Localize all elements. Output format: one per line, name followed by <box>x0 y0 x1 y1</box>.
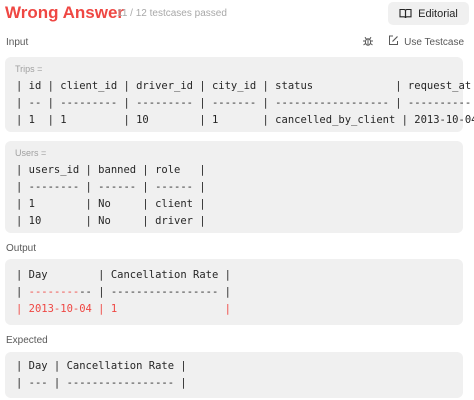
expected-table: | Day | Cancellation Rate | | --- | -----… <box>16 358 187 392</box>
editorial-button[interactable]: Editorial <box>388 2 469 25</box>
expected-table-row: | --- | ----------------- | <box>16 377 187 389</box>
users-table: | users_id | banned | role | | -------- |… <box>16 162 206 230</box>
trips-title: Trips = <box>15 64 43 74</box>
output-text: | Day | Cancellation Rate | <box>16 269 231 281</box>
diff-text: -------- <box>28 286 80 298</box>
expected-section-label: Expected <box>6 335 48 346</box>
trips-input-box[interactable]: Trips = | id | client_id | driver_id | c… <box>5 57 474 132</box>
book-icon <box>399 8 412 19</box>
users-table-row: | 10 | No | driver | <box>16 215 206 227</box>
output-table-row: | 2013-10-04 | 1 | <box>16 301 231 318</box>
result-header: Wrong Answer 11 / 12 testcases passed Ed… <box>0 0 474 26</box>
input-section-label: Input <box>6 37 29 48</box>
output-text: -- | ----------------- | <box>79 286 231 298</box>
expected-box[interactable]: | Day | Cancellation Rate | | --- | -----… <box>5 352 463 398</box>
users-table-row: | -------- | ------ | ------ | <box>16 181 206 193</box>
testcases-passed-count: 11 / 12 testcases passed <box>117 8 227 19</box>
use-testcase-label: Use Testcase <box>404 36 464 48</box>
users-table-row: | users_id | banned | role | <box>16 164 206 176</box>
trips-table: | id | client_id | driver_id | city_id |… <box>16 78 474 129</box>
output-text: | <box>16 286 29 298</box>
expected-table-row: | Day | Cancellation Rate | <box>16 360 187 372</box>
users-table-row: | 1 | No | client | <box>16 198 206 210</box>
users-title: Users = <box>15 148 47 158</box>
input-toolbar: Use Testcase <box>362 35 464 49</box>
trips-table-row: | id | client_id | driver_id | city_id |… <box>16 80 474 92</box>
output-box[interactable]: | Day | Cancellation Rate | | ---------- … <box>5 259 463 325</box>
output-table-row: | Day | Cancellation Rate | <box>16 267 231 284</box>
output-table-row: | ---------- | ----------------- | <box>16 284 231 301</box>
use-testcase-button[interactable]: Use Testcase <box>388 35 464 49</box>
users-input-box[interactable]: Users = | users_id | banned | role | | --… <box>5 141 463 233</box>
edit-icon <box>388 35 399 49</box>
output-table: | Day | Cancellation Rate | | ---------- … <box>16 267 231 318</box>
bug-icon[interactable] <box>362 35 374 50</box>
trips-table-row: | 1 | 1 | 10 | 1 | cancelled_by_client |… <box>16 114 474 126</box>
trips-table-row: | -- | --------- | --------- | ------- |… <box>16 97 474 109</box>
verdict-title: Wrong Answer <box>5 3 125 22</box>
editorial-label: Editorial <box>418 7 458 20</box>
output-section-label: Output <box>6 243 37 254</box>
diff-text: | 2013-10-04 | 1 | <box>16 303 231 315</box>
